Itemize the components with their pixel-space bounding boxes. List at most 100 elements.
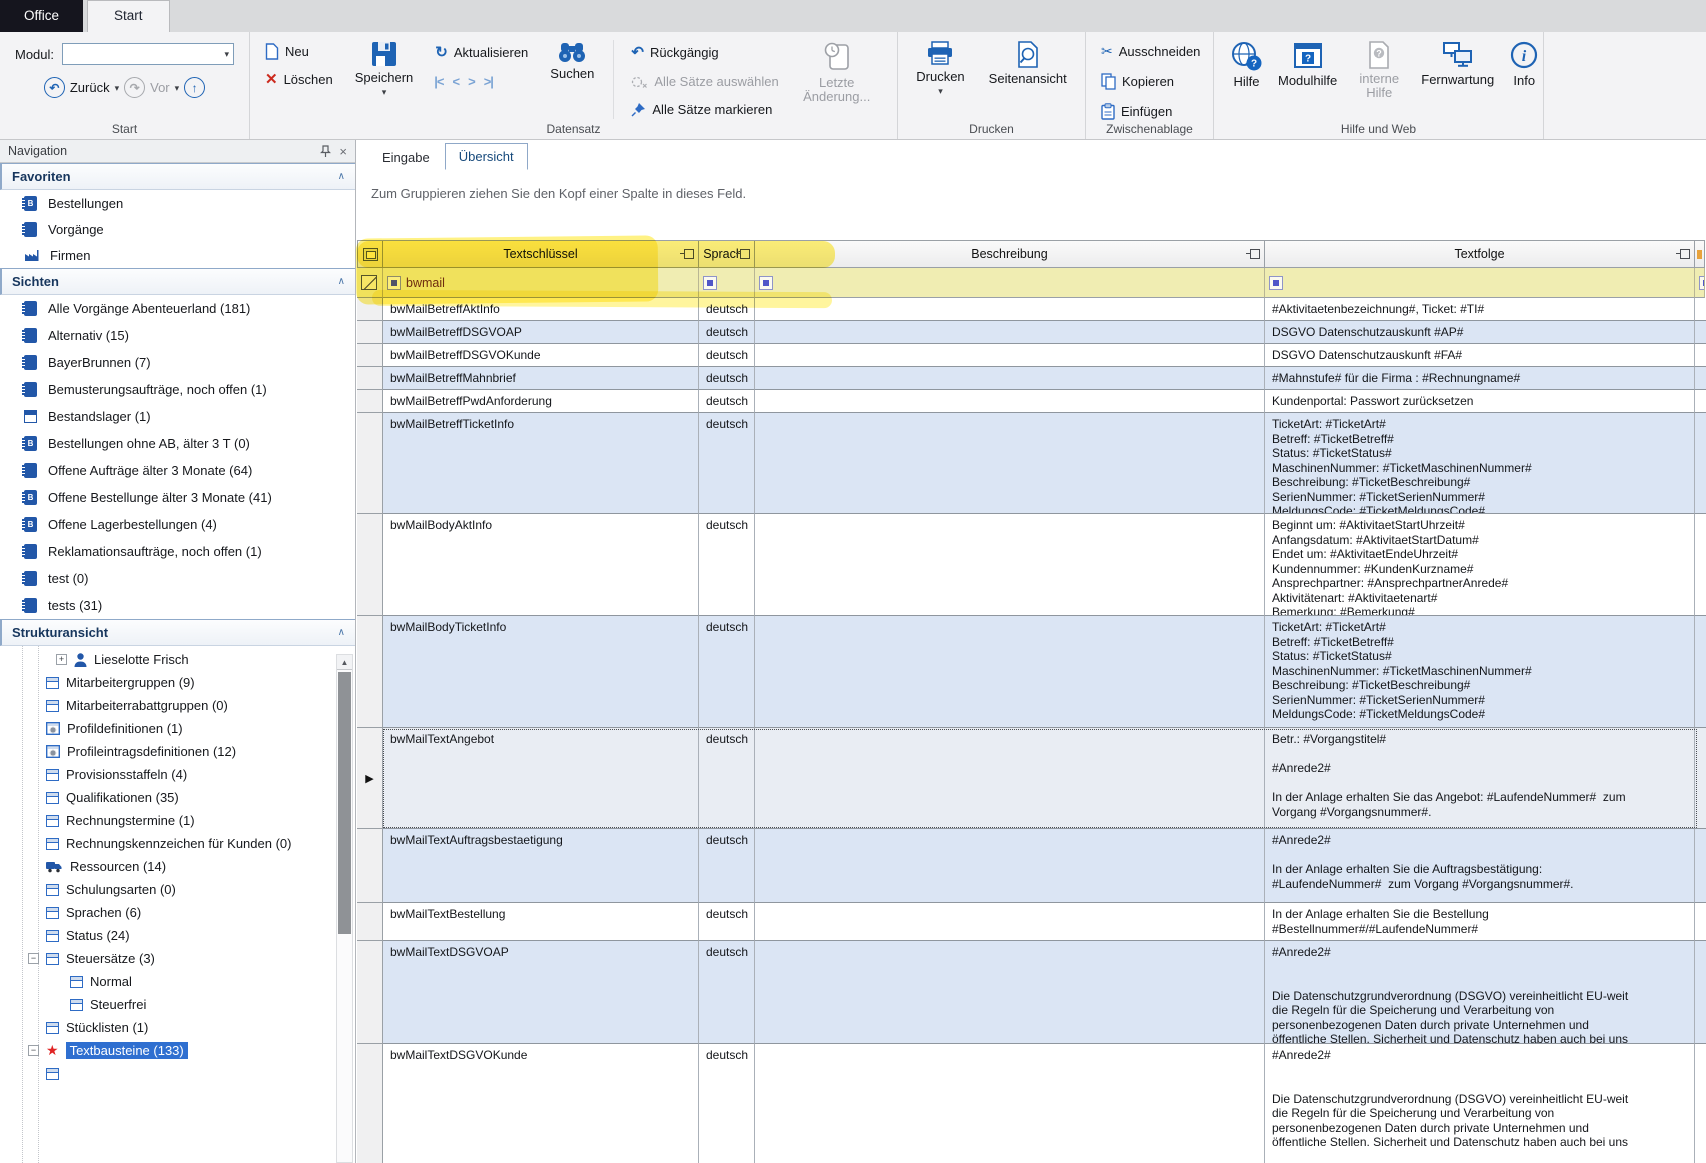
cell-textschluessel[interactable]: bwMailBetreffDSGVOKunde bbox=[383, 344, 699, 367]
tree-item-textbausteine[interactable]: − ★ Textbausteine (133) bbox=[0, 1039, 355, 1062]
cell-textfolge[interactable]: #Anrede2# Die Datenschutzgrundverordnung… bbox=[1265, 1044, 1695, 1163]
filter-type-icon[interactable] bbox=[387, 276, 401, 290]
table-row-current[interactable]: ▶ bwMailTextAngebot deutsch Betr.: #Vorg… bbox=[357, 728, 1706, 829]
row-selector[interactable] bbox=[357, 829, 383, 903]
tab-start[interactable]: Start bbox=[87, 0, 170, 32]
pin-column-icon[interactable] bbox=[1250, 249, 1260, 259]
tree-item[interactable]: − Steuersätze (3) bbox=[0, 947, 355, 970]
table-row[interactable]: bwMailTextDSGVOAP deutsch #Anrede2# Die … bbox=[357, 941, 1706, 1044]
filter-cell-textschluessel[interactable]: bwmail bbox=[383, 268, 699, 298]
alle-saetze-auswaehlen-button[interactable]: Alle Sätze auswählen bbox=[626, 71, 783, 92]
rueckgaengig-button[interactable]: ↶ Rückgängig bbox=[626, 40, 783, 64]
collapse-minus-icon[interactable]: − bbox=[28, 1045, 39, 1056]
filter-type-icon[interactable] bbox=[1269, 276, 1283, 290]
sicht-item[interactable]: Alternativ (15) bbox=[0, 322, 355, 349]
tree-item[interactable]: Mitarbeiterrabattgruppen (0) bbox=[0, 694, 355, 717]
cell-beschreibung[interactable] bbox=[755, 1044, 1265, 1163]
table-row[interactable]: bwMailBodyAktInfo deutsch Beginnt um: #A… bbox=[357, 514, 1706, 616]
tree-item[interactable]: Profileintragsdefinitionen (12) bbox=[0, 740, 355, 763]
seitenansicht-button[interactable]: Seitenansicht bbox=[982, 40, 1074, 87]
cell-beschreibung[interactable] bbox=[755, 321, 1265, 344]
collapse-chevron-icon[interactable]: ∧ bbox=[338, 627, 345, 638]
sicht-item[interactable]: Offene Bestellunge älter 3 Monate (41) bbox=[0, 484, 355, 511]
neu-button[interactable]: Neu bbox=[260, 40, 338, 63]
sicht-item[interactable]: Reklamationsaufträge, noch offen (1) bbox=[0, 538, 355, 565]
tree-item[interactable]: Rechnungskennzeichen für Kunden (0) bbox=[0, 832, 355, 855]
cell-textschluessel[interactable]: bwMailBodyTicketInfo bbox=[383, 616, 699, 728]
cell-beschreibung[interactable] bbox=[755, 514, 1265, 616]
row-selector[interactable] bbox=[357, 413, 383, 514]
cell-sprache[interactable]: deutsch bbox=[699, 321, 755, 344]
hilfe-button[interactable]: ? Hilfe bbox=[1224, 40, 1269, 90]
expand-plus-icon[interactable]: + bbox=[56, 654, 67, 665]
grid-options-icon[interactable] bbox=[363, 248, 378, 261]
column-header-sprache[interactable]: Sprache bbox=[699, 240, 755, 268]
filter-cell-sprache[interactable] bbox=[699, 268, 755, 298]
up-arrow-icon[interactable]: ↑ bbox=[184, 77, 205, 98]
speichern-button[interactable]: Speichern ▾ bbox=[348, 40, 421, 97]
first-record-button[interactable]: |< bbox=[434, 74, 443, 89]
tree-item[interactable]: Steuerfrei bbox=[0, 993, 355, 1016]
table-row[interactable]: bwMailTextAuftragsbestaetigung deutsch #… bbox=[357, 829, 1706, 903]
sicht-item[interactable]: Bemusterungsaufträge, noch offen (1) bbox=[0, 376, 355, 403]
cell-textschluessel[interactable]: bwMailBodyAktInfo bbox=[383, 514, 699, 616]
modulhilfe-button[interactable]: ? Modulhilfe bbox=[1271, 40, 1344, 89]
filter-type-icon[interactable] bbox=[759, 276, 773, 290]
cell-textfolge[interactable]: DSGVO Datenschutzauskunft #AP# bbox=[1265, 321, 1695, 344]
tab-uebersicht[interactable]: Übersicht bbox=[445, 143, 528, 170]
sicht-item[interactable]: Bestellungen ohne AB, älter 3 T (0) bbox=[0, 430, 355, 457]
grid-corner-cell[interactable] bbox=[357, 240, 383, 268]
column-header-textfolge[interactable]: Textfolge bbox=[1265, 240, 1695, 268]
sicht-item[interactable]: Offene Lagerbestellungen (4) bbox=[0, 511, 355, 538]
fernwartung-button[interactable]: Fernwartung bbox=[1414, 40, 1501, 88]
collapse-chevron-icon[interactable]: ∧ bbox=[338, 171, 345, 182]
cell-beschreibung[interactable] bbox=[755, 728, 1265, 829]
section-header-favoriten[interactable]: Favoriten∧ bbox=[0, 163, 355, 190]
aktualisieren-button[interactable]: ↻ Aktualisieren bbox=[430, 40, 533, 64]
row-selector[interactable] bbox=[357, 367, 383, 390]
cell-textfolge[interactable]: #Mahnstufe# für die Firma : #Rechnungnam… bbox=[1265, 367, 1695, 390]
prev-record-button[interactable]: < bbox=[453, 74, 460, 89]
table-row[interactable]: bwMailBetreffAktInfo deutsch #Aktivitaet… bbox=[357, 298, 1706, 321]
filter-type-icon[interactable] bbox=[1699, 276, 1705, 290]
info-button[interactable]: i Info bbox=[1503, 40, 1545, 89]
tree-item[interactable]: Profildefinitionen (1) bbox=[0, 717, 355, 740]
row-selector[interactable] bbox=[357, 390, 383, 413]
sicht-item[interactable]: test (0) bbox=[0, 565, 355, 592]
cell-sprache[interactable]: deutsch bbox=[699, 728, 755, 829]
cell-textschluessel[interactable]: bwMailTextAngebot bbox=[383, 728, 699, 829]
cell-textfolge[interactable]: Beginnt um: #AktivitaetStartUhrzeit# Anf… bbox=[1265, 514, 1695, 616]
chevron-down-icon[interactable]: ▾ bbox=[224, 50, 229, 58]
zurueck-dropdown-icon[interactable]: ▾ bbox=[115, 84, 120, 92]
tree-item[interactable]: Provisionsstaffeln (4) bbox=[0, 763, 355, 786]
sicht-item[interactable]: tests (31) bbox=[0, 592, 355, 619]
row-selector[interactable] bbox=[357, 321, 383, 344]
row-selector[interactable] bbox=[357, 616, 383, 728]
sicht-item[interactable]: Alle Vorgänge Abenteuerland (181) bbox=[0, 295, 355, 322]
interne-hilfe-button[interactable]: ? interne Hilfe bbox=[1346, 40, 1412, 101]
cell-textfolge[interactable]: #Aktivitaetenbezeichnung#, Ticket: #TI# bbox=[1265, 298, 1695, 321]
cell-sprache[interactable]: deutsch bbox=[699, 829, 755, 903]
pin-icon[interactable] bbox=[320, 145, 331, 158]
tree-item[interactable]: Status (24) bbox=[0, 924, 355, 947]
column-header-partial[interactable] bbox=[1695, 240, 1705, 268]
last-record-button[interactable]: >| bbox=[484, 74, 493, 89]
row-selector[interactable] bbox=[357, 903, 383, 941]
row-selector[interactable] bbox=[357, 298, 383, 321]
cell-sprache[interactable]: deutsch bbox=[699, 413, 755, 514]
row-selector[interactable] bbox=[357, 941, 383, 1044]
vor-dropdown-icon[interactable]: ▾ bbox=[175, 84, 180, 92]
pin-column-icon[interactable] bbox=[1680, 249, 1690, 259]
row-selector[interactable]: ▶ bbox=[357, 728, 383, 829]
sicht-item[interactable]: BayerBrunnen (7) bbox=[0, 349, 355, 376]
filter-cell-beschreibung[interactable] bbox=[755, 268, 1265, 298]
tab-office[interactable]: Office bbox=[0, 0, 83, 32]
sicht-item[interactable]: Bestandslager (1) bbox=[0, 403, 355, 430]
column-header-beschreibung[interactable]: Beschreibung bbox=[755, 240, 1265, 268]
table-row[interactable]: bwMailBetreffMahnbrief deutsch #Mahnstuf… bbox=[357, 367, 1706, 390]
clear-filter-icon[interactable] bbox=[361, 275, 377, 290]
cell-textfolge[interactable]: Kundenportal: Passwort zurücksetzen bbox=[1265, 390, 1695, 413]
scrollbar-thumb[interactable] bbox=[338, 672, 351, 934]
letzte-aenderung-button[interactable]: Letzte Änderung... bbox=[794, 40, 880, 105]
cell-textschluessel[interactable]: bwMailBetreffMahnbrief bbox=[383, 367, 699, 390]
